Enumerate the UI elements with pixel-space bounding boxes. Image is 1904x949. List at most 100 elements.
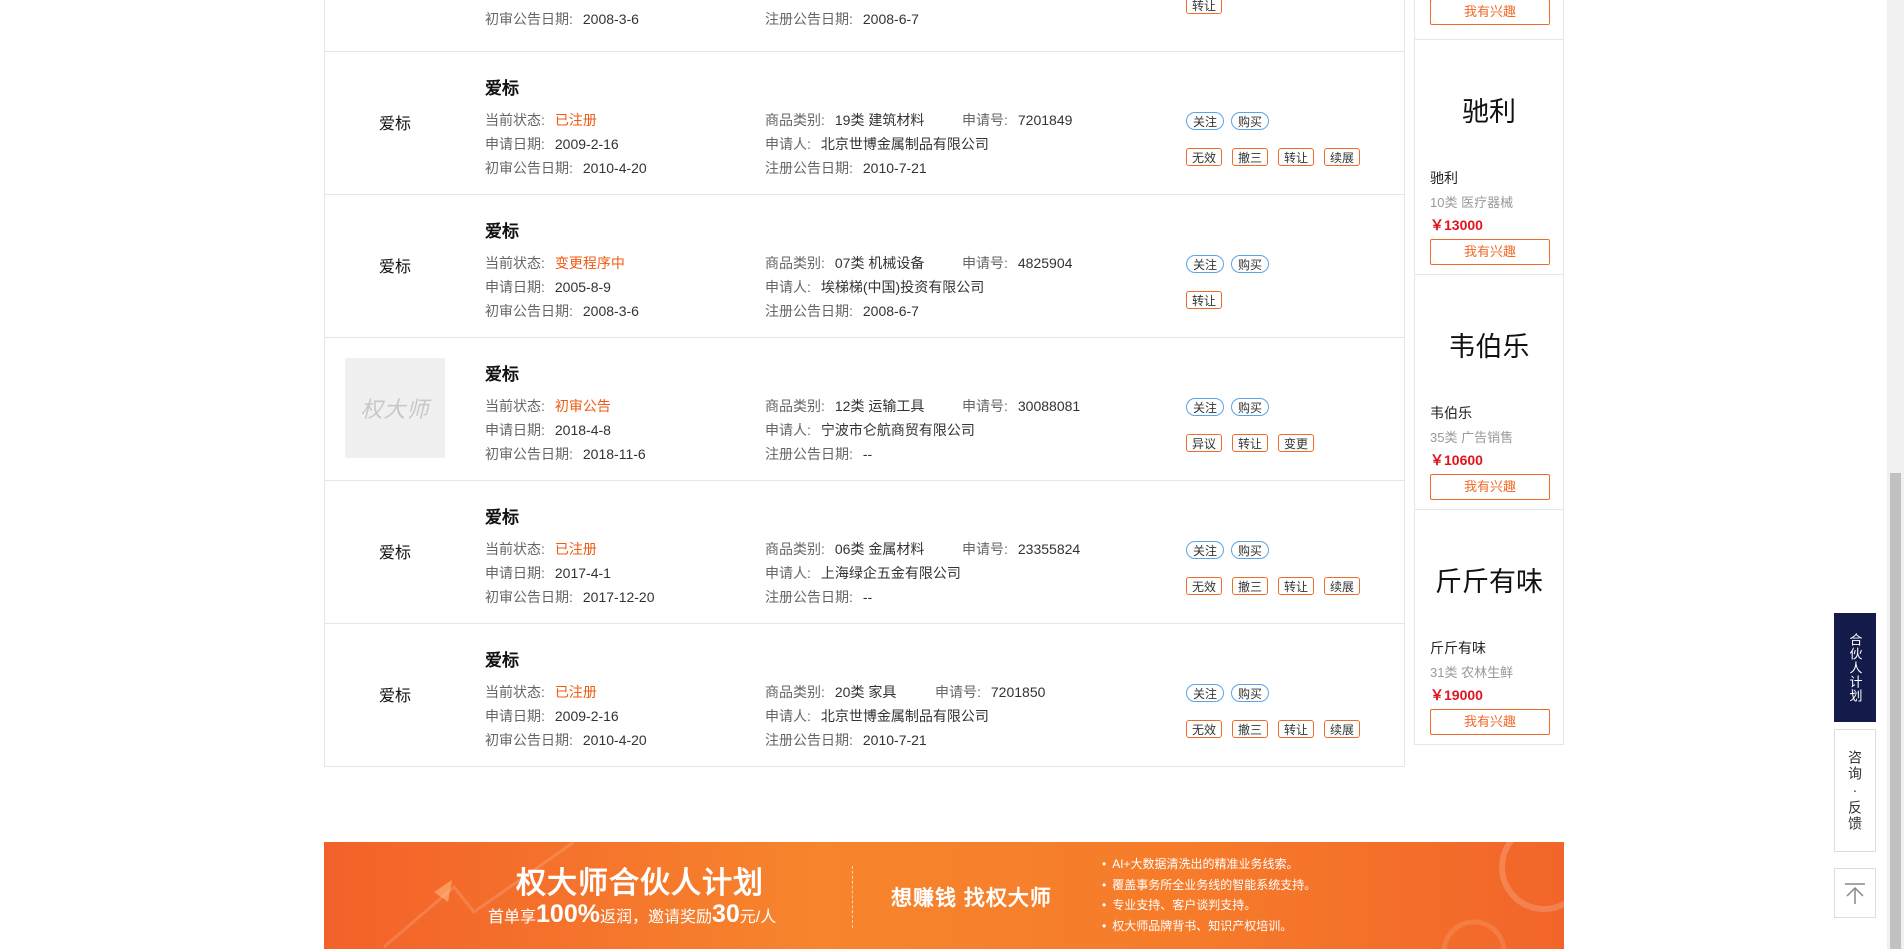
buy-button[interactable]: 购买 xyxy=(1231,255,1270,273)
renew-button[interactable]: 续展 xyxy=(1324,577,1361,595)
status-badge: 已注册 xyxy=(554,684,597,700)
scrollbar-thumb[interactable] xyxy=(1890,473,1901,949)
prelim-date-field: 初审公告日期: 2008-3-6 xyxy=(485,303,639,319)
back-to-top-button[interactable] xyxy=(1834,868,1876,918)
banner-point: 专业支持、客户谈判支持。 xyxy=(1102,895,1316,916)
recommend-card[interactable]: 斤斤有味 斤斤有味 31类 农林生鲜 ￥19000 我有兴趣 xyxy=(1415,509,1563,744)
reg-date-field: 注册公告日期: 2008-6-7 xyxy=(765,303,919,319)
reg-date-field: 注册公告日期: 2010-7-21 xyxy=(765,160,927,176)
partner-banner[interactable]: 权大师合伙人计划 首单享100%返润，邀请奖励30元/人 想赚钱 找权大师 AI… xyxy=(324,842,1564,949)
transfer-button[interactable]: 转让 xyxy=(1278,720,1315,738)
prelim-date-field: 初审公告日期: 2008-3-6 xyxy=(485,11,639,27)
applicant-field: 申请人: 埃梯梯(中国)投资有限公司 xyxy=(765,279,985,295)
status-field: 当前状态: 变更程序中 xyxy=(485,255,625,271)
transfer-button[interactable]: 转让 xyxy=(1186,291,1223,309)
result-row[interactable]: 爱标 爱标 当前状态: 已注册 申请日期: 2017-4-1 初审公告日期: 2017… xyxy=(325,480,1404,623)
transfer-button[interactable]: 转让 xyxy=(1186,0,1223,14)
recommend-logo[interactable]: 斤斤有味 xyxy=(1415,560,1563,599)
follow-button[interactable]: 关注 xyxy=(1186,255,1225,273)
recommend-name[interactable]: 韦伯乐 xyxy=(1430,403,1472,423)
interest-button[interactable]: 我有兴趣 xyxy=(1430,474,1550,500)
objection-button[interactable]: 异议 xyxy=(1186,434,1223,452)
renew-button[interactable]: 续展 xyxy=(1324,148,1361,166)
aibiao-serif-logo[interactable]: 爱标 xyxy=(345,215,445,315)
trademark-result-list: 初审公告日期: 2008-3-6 注册公告日期: 2008-6-7 转让 爱标 爱标… xyxy=(324,0,1405,767)
banner-divider xyxy=(852,866,853,928)
transfer-button[interactable]: 转让 xyxy=(1278,577,1315,595)
revoke-button[interactable]: 撤三 xyxy=(1232,577,1269,595)
recommend-category: 31类 农林生鲜 xyxy=(1430,665,1514,680)
recommend-card[interactable]: 驰利 驰利 10类 医疗器械 ￥13000 我有兴趣 xyxy=(1415,39,1563,274)
applicant-field: 申请人: 宁波市仑航商贸有限公司 xyxy=(765,422,975,438)
recommend-card-partial: 我有兴趣 xyxy=(1415,0,1563,39)
transfer-button[interactable]: 转让 xyxy=(1232,434,1269,452)
buy-button[interactable]: 购买 xyxy=(1231,541,1270,559)
banner-title: 权大师合伙人计划 xyxy=(516,867,764,900)
interest-button[interactable]: 我有兴趣 xyxy=(1430,239,1550,265)
revoke-button[interactable]: 撤三 xyxy=(1232,148,1269,166)
prelim-date-field: 初审公告日期: 2018-11-6 xyxy=(485,446,646,462)
result-row[interactable]: 爱标 爱标 当前状态: 已注册 申请日期: 2009-2-16 初审公告日期: 201… xyxy=(325,623,1404,766)
follow-button[interactable]: 关注 xyxy=(1186,398,1225,416)
partner-plan-button[interactable]: 合伙人计划 xyxy=(1834,613,1876,722)
transfer-button[interactable]: 转让 xyxy=(1278,148,1315,166)
aibiao-calligraphy-logo[interactable]: 爱标 xyxy=(345,501,445,601)
prelim-date-field: 初审公告日期: 2017-12-20 xyxy=(485,589,655,605)
banner-point: 覆盖事务所全业务线的智能系统支持。 xyxy=(1102,875,1316,896)
recommend-logo[interactable]: 驰利 xyxy=(1415,90,1563,129)
change-button[interactable]: 变更 xyxy=(1278,434,1315,452)
apply-date-field: 申请日期: 2005-8-9 xyxy=(485,279,611,295)
trademark-name[interactable]: 爱标 xyxy=(485,646,519,671)
recommend-name[interactable]: 斤斤有味 xyxy=(1430,638,1486,658)
status-badge: 变更程序中 xyxy=(554,255,625,271)
invalidate-button[interactable]: 无效 xyxy=(1186,148,1223,166)
prelim-date-field: 初审公告日期: 2010-4-20 xyxy=(485,160,647,176)
banner-subtitle: 首单享100%返润，邀请奖励30元/人 xyxy=(488,900,777,928)
quandashi-placeholder-logo[interactable]: 权大师 xyxy=(345,358,445,458)
aibiao-bubble-logo[interactable]: 爱标 xyxy=(345,72,445,172)
reg-date-field: 注册公告日期: 2008-6-7 xyxy=(765,11,919,27)
apply-no-field: 申请号: 7201849 xyxy=(962,112,1073,128)
follow-button[interactable]: 关注 xyxy=(1186,112,1225,130)
status-badge: 已注册 xyxy=(554,112,597,128)
feedback-button[interactable]: 咨询·反馈 xyxy=(1834,729,1876,852)
buy-button[interactable]: 购买 xyxy=(1231,684,1270,702)
invalidate-button[interactable]: 无效 xyxy=(1186,720,1223,738)
interest-button[interactable]: 我有兴趣 xyxy=(1430,0,1550,25)
recommend-price: ￥13000 xyxy=(1430,217,1483,233)
arrow-up-to-top-icon xyxy=(1845,883,1865,904)
invalidate-button[interactable]: 无效 xyxy=(1186,577,1223,595)
reg-date-field: 注册公告日期: 2010-7-21 xyxy=(765,732,927,748)
banner-point: AI+大数据清洗出的精准业务线索。 xyxy=(1102,854,1316,875)
recommend-logo[interactable]: 韦伯乐 xyxy=(1415,325,1563,364)
renew-button[interactable]: 续展 xyxy=(1324,720,1361,738)
revoke-button[interactable]: 撤三 xyxy=(1232,720,1269,738)
result-row[interactable]: 权大师 爱标 当前状态: 初审公告 申请日期: 2018-4-8 初审公告日期: 20… xyxy=(325,337,1404,480)
apply-date-field: 申请日期: 2009-2-16 xyxy=(485,136,619,152)
applicant-field: 申请人: 上海绿企五金有限公司 xyxy=(765,565,961,581)
buy-button[interactable]: 购买 xyxy=(1231,112,1270,130)
logo-text: 爱标 xyxy=(378,545,411,562)
recommend-category: 35类 广告销售 xyxy=(1430,430,1514,445)
follow-button[interactable]: 关注 xyxy=(1186,541,1225,559)
trademark-name[interactable]: 爱标 xyxy=(485,360,519,385)
trademark-name[interactable]: 爱标 xyxy=(485,503,519,528)
reg-date-field: 注册公告日期: -- xyxy=(765,446,873,462)
category-field: 商品类别: 19类 建筑材料 xyxy=(765,112,925,128)
result-row-partial: 初审公告日期: 2008-3-6 注册公告日期: 2008-6-7 转让 xyxy=(325,0,1404,51)
aibiao-bubble-logo[interactable]: 爱标 xyxy=(345,644,445,744)
category-field: 商品类别: 20类 家具 xyxy=(765,684,897,700)
logo-text: 爱标 xyxy=(378,116,411,133)
recommend-card[interactable]: 韦伯乐 韦伯乐 35类 广告销售 ￥10600 我有兴趣 xyxy=(1415,274,1563,509)
trademark-name[interactable]: 爱标 xyxy=(485,217,519,242)
scrollbar[interactable] xyxy=(1887,0,1904,949)
status-field: 当前状态: 初审公告 xyxy=(485,398,611,414)
result-row[interactable]: 爱标 爱标 当前状态: 变更程序中 申请日期: 2005-8-9 初审公告日期: 20… xyxy=(325,194,1404,337)
buy-button[interactable]: 购买 xyxy=(1231,398,1270,416)
follow-button[interactable]: 关注 xyxy=(1186,684,1225,702)
recommend-name[interactable]: 驰利 xyxy=(1430,168,1458,188)
banner-point: 权大师品牌背书、知识产权培训。 xyxy=(1102,916,1316,937)
interest-button[interactable]: 我有兴趣 xyxy=(1430,709,1550,735)
trademark-name[interactable]: 爱标 xyxy=(485,74,519,99)
result-row[interactable]: 爱标 爱标 当前状态: 已注册 申请日期: 2009-2-16 初审公告日期: 201… xyxy=(325,51,1404,194)
